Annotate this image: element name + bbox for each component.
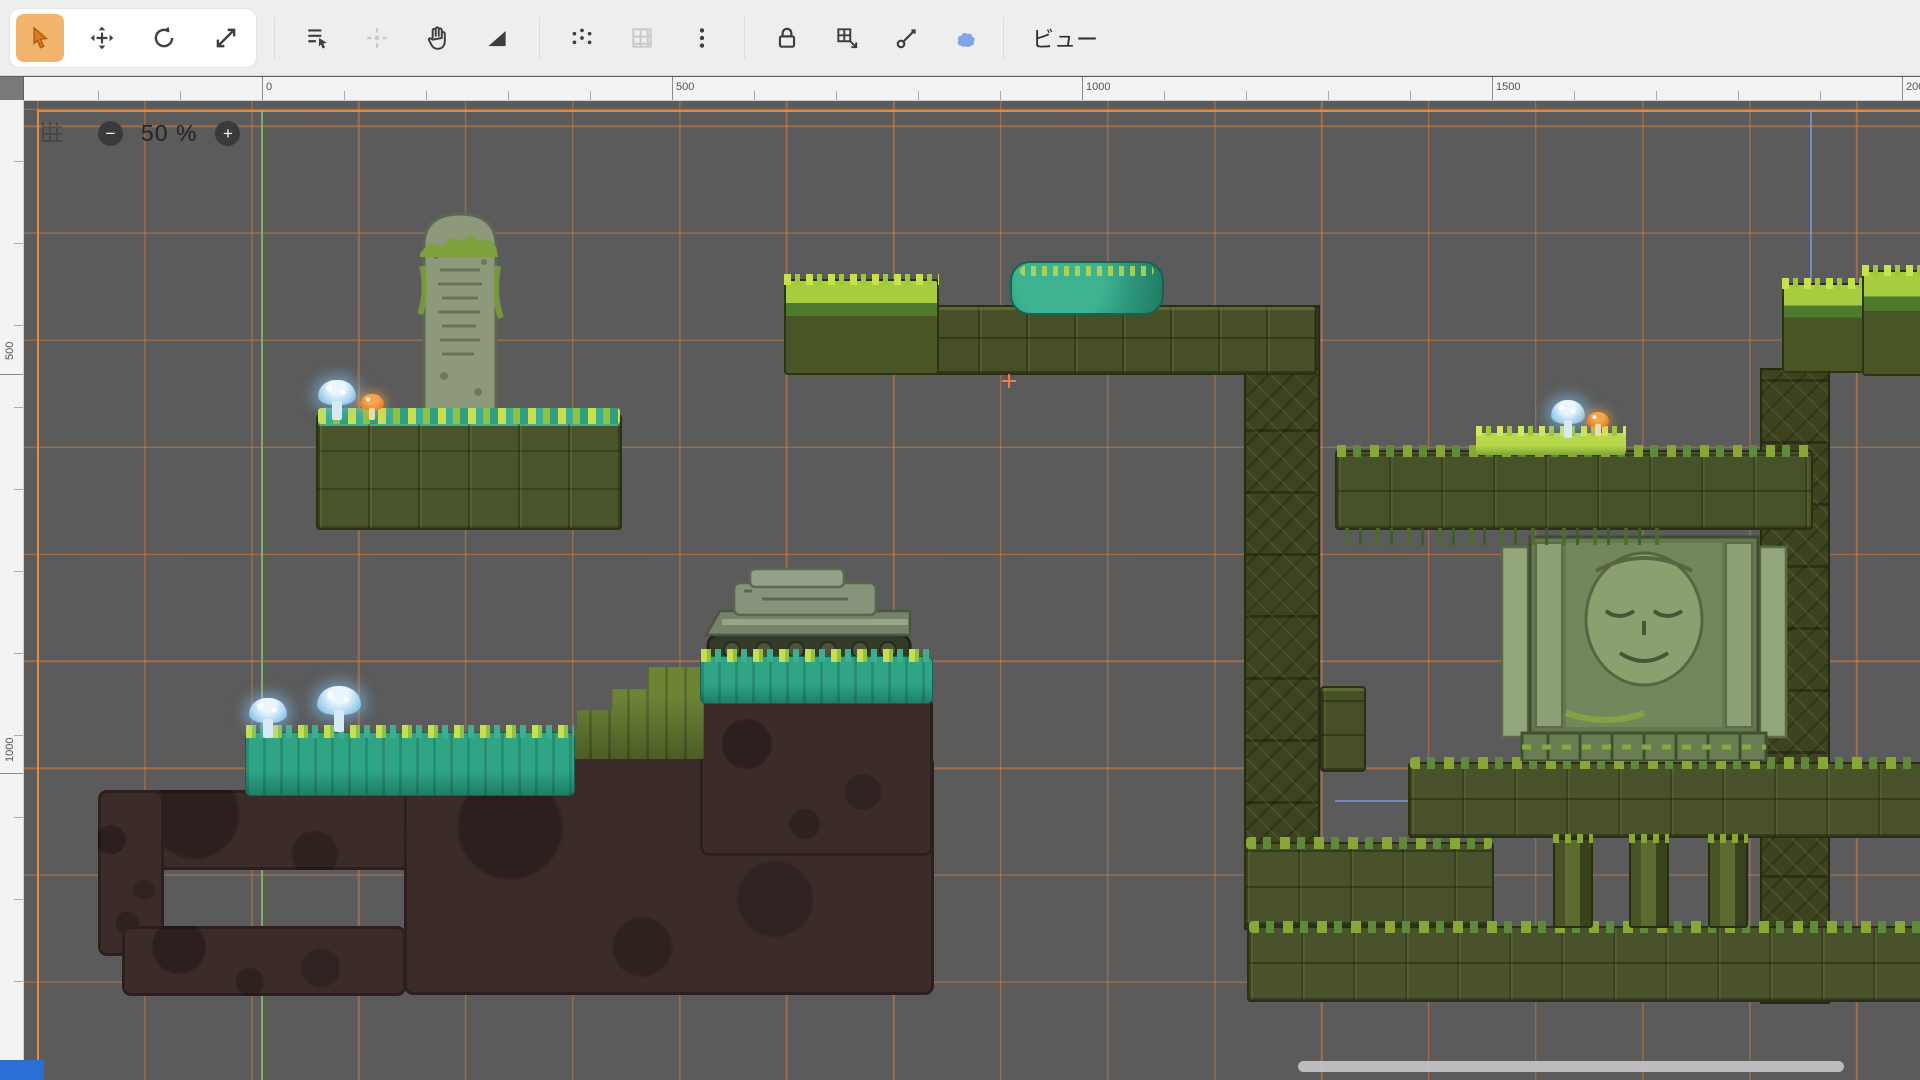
grid-icon [629,25,655,51]
platform-right[interactable] [1335,450,1813,530]
hand-tool-button[interactable] [413,14,461,62]
slope-tool-button[interactable] [473,14,521,62]
ruler-tick-v: 1000 [0,727,23,774]
toolbar-tools [268,14,991,62]
statue-bar[interactable] [1408,762,1920,838]
move-tool-button[interactable] [78,14,126,62]
platform-upper-grass-cap[interactable] [784,279,939,375]
ruler-vertical[interactable]: 500 1000 [0,100,24,1080]
corner-accent [0,1060,44,1080]
snap-point-tool-button[interactable] [353,14,401,62]
statue-art [1500,533,1788,761]
toolbar-separator [539,17,540,59]
mushroom-orange-c[interactable] [1587,412,1609,436]
kebab-menu-icon [689,25,715,51]
statue[interactable] [1500,533,1788,761]
zoom-level: 50 % [141,120,197,147]
ruler-tick-h: 1500 [1492,77,1520,100]
grid-tool-button[interactable] [618,14,666,62]
view-menu-button[interactable]: ビュー [1016,22,1114,54]
toolbar-separator [274,17,275,59]
pillar-2[interactable] [1629,838,1669,928]
shape-tool-button[interactable] [943,14,991,62]
level-layer [24,100,1920,1080]
slope-icon [484,25,510,51]
toolbar-separator [1003,17,1004,59]
grid-move-icon [834,25,860,51]
ruler-tick-v: 500 [0,328,23,375]
grid-move-tool-button[interactable] [823,14,871,62]
mushroom-blue-a[interactable] [318,380,356,420]
connect-icon [894,25,920,51]
lock-icon [774,25,800,51]
horizontal-scrollbar-thumb[interactable] [1298,1061,1844,1072]
toolbar-primary-group [10,9,256,67]
mushroom-orange-a[interactable] [360,394,384,420]
zoom-out-button[interactable]: − [98,121,123,146]
dirt-under-tank[interactable] [700,696,933,856]
toolbar-separator [744,17,745,59]
grid-settings-icon[interactable] [42,122,62,142]
shape-icon [954,25,980,51]
scale-icon [213,25,239,51]
lock-tool-button[interactable] [763,14,811,62]
more-options-tool-button[interactable] [678,14,726,62]
platform-tank-grass[interactable] [700,656,933,704]
connect-tool-button[interactable] [883,14,931,62]
select-tool-button[interactable] [16,14,64,62]
move-icon [89,25,115,51]
align-list-icon [304,25,330,51]
zoom-in-button[interactable]: + [215,121,240,146]
ruler-horizontal[interactable]: 0 500 1000 1500 2000 [24,77,1920,101]
dirt-left-foot[interactable] [122,926,406,996]
rotate-tool-button[interactable] [140,14,188,62]
teal-bush[interactable] [1010,261,1164,315]
right-corner-block[interactable] [1862,270,1920,376]
origin-marker[interactable] [1002,374,1016,388]
platform-monolith[interactable] [316,414,622,530]
snap-point-icon [364,25,390,51]
snap-dots-icon [569,25,595,51]
cursor-icon [27,25,53,51]
scale-tool-button[interactable] [202,14,250,62]
toolbar: ビュー [0,0,1920,76]
pillar-3[interactable] [1708,838,1748,928]
align-tool-button[interactable] [293,14,341,62]
ruler-tick-h: 0 [262,77,272,100]
ruler-corner [0,77,24,101]
grass-strip[interactable] [245,732,575,796]
column-foot[interactable] [1244,842,1494,926]
mushroom-blue-c[interactable] [1551,400,1585,438]
canvas[interactable]: − 50 % + [24,100,1920,1080]
right-top-block[interactable] [1782,283,1864,373]
mushroom-blue-b1[interactable] [249,698,287,738]
hand-icon [424,25,450,51]
ruler-tick-h: 500 [672,77,694,100]
pillar-1[interactable] [1553,838,1593,928]
column-side-block[interactable] [1320,686,1366,772]
mushroom-blue-b2[interactable] [317,686,361,732]
platform-bottom-right[interactable] [1247,926,1920,1002]
ruler-tick-h: 2000 [1902,77,1920,100]
zoom-controls: − 50 % + [98,120,240,147]
snap-dots-tool-button[interactable] [558,14,606,62]
rotate-icon [151,25,177,51]
ruler-tick-h: 1000 [1082,77,1110,100]
